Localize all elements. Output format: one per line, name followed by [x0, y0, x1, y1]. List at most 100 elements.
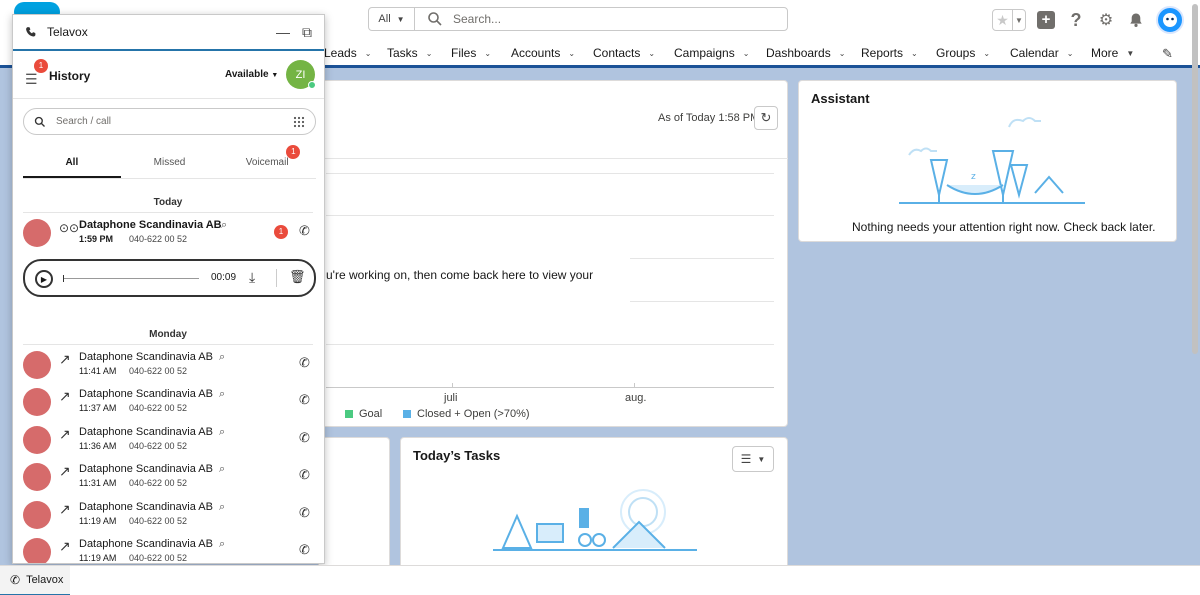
call-back-phone-icon[interactable]: ✆	[299, 392, 310, 408]
chevron-down-icon[interactable]: ⌄	[839, 49, 846, 58]
call-row[interactable]: ⊙⊙ Dataphone Scandinavia AB ⌕ 1:59 PM 04…	[23, 217, 316, 253]
lookup-icon[interactable]: ⌕	[219, 501, 225, 514]
call-back-phone-icon[interactable]: ✆	[299, 542, 310, 558]
nav-item-label: Campaigns	[674, 46, 735, 60]
tab-all[interactable]: All	[23, 147, 121, 178]
page-scrollbar[interactable]	[1190, 0, 1200, 356]
header-actions: ★ ▼ + ? ⚙	[992, 6, 1184, 34]
chevron-down-icon[interactable]: ⌄	[568, 49, 575, 58]
chevron-down-icon[interactable]: ⌄	[911, 49, 918, 58]
menu-icon[interactable]: ☰	[25, 71, 38, 88]
status-dropdown[interactable]: Available ▼	[225, 69, 278, 80]
legend-label: Closed + Open (>70%)	[417, 408, 530, 420]
scrollbar-thumb[interactable]	[1192, 4, 1198, 354]
call-row[interactable]: ↗ Dataphone Scandinavia AB ⌕ 11:19 AM 04…	[23, 499, 316, 535]
chart-gridline	[326, 173, 774, 174]
minimize-icon[interactable]: —	[276, 24, 290, 40]
nav-item-accounts[interactable]: Accounts ⌄	[511, 46, 575, 60]
global-create-button[interactable]: +	[1036, 10, 1056, 30]
call-row[interactable]: ↗ Dataphone Scandinavia AB ⌕ 11:41 AM 04…	[23, 349, 316, 385]
call-row[interactable]: ↗ Dataphone Scandinavia AB ⌕ 11:37 AM 04…	[23, 386, 316, 422]
nav-item-groups[interactable]: Groups ⌄	[936, 46, 990, 60]
trash-icon[interactable]: 🗑	[289, 269, 306, 285]
menu-notification-badge: 1	[34, 59, 48, 73]
legend-item-goal: Goal	[345, 408, 382, 420]
user-avatar[interactable]: ZI	[286, 60, 316, 89]
call-row[interactable]: ↗ Dataphone Scandinavia AB ⌕ 11:19 AM 04…	[23, 536, 316, 563]
download-icon[interactable]: ⤓	[249, 269, 255, 286]
nav-item-campaigns[interactable]: Campaigns ⌄	[674, 46, 749, 60]
nav-item-reports[interactable]: Reports ⌄	[861, 46, 918, 60]
phone-icon: ✆	[10, 573, 21, 587]
gear-icon[interactable]: ⚙	[1096, 10, 1116, 30]
call-back-phone-icon[interactable]: ✆	[299, 223, 310, 239]
search-call-input[interactable]: Search / call	[23, 108, 316, 135]
tab-missed[interactable]: Missed	[121, 147, 219, 178]
chart-empty-message: u're working on, then come back here to …	[326, 268, 594, 282]
nav-item-label: Contacts	[593, 46, 641, 60]
chevron-down-icon[interactable]: ⌄	[743, 49, 750, 58]
chevron-down-icon[interactable]: ⌄	[426, 49, 433, 58]
help-icon[interactable]: ?	[1066, 10, 1086, 30]
call-time: 11:37 AM	[79, 403, 117, 413]
call-row[interactable]: ↗ Dataphone Scandinavia AB ⌕ 11:36 AM 04…	[23, 424, 316, 460]
call-back-phone-icon[interactable]: ✆	[299, 355, 310, 371]
lookup-icon[interactable]: ⌕	[221, 219, 227, 232]
chart-divider	[318, 158, 788, 159]
chevron-down-icon: ▼	[396, 14, 405, 24]
plus-icon: +	[1037, 11, 1055, 29]
caret-down-icon: ▼	[757, 454, 766, 464]
lookup-icon[interactable]: ⌕	[219, 538, 225, 551]
dialpad-icon[interactable]	[293, 116, 305, 128]
camping-illustration-icon: z	[899, 117, 1085, 204]
nav-item-more[interactable]: More ▼	[1091, 46, 1134, 60]
task-sort-button[interactable]: ☰ ▼	[732, 446, 774, 472]
call-time: 11:31 AM	[79, 478, 117, 488]
lookup-icon[interactable]: ⌕	[219, 351, 225, 364]
bell-icon[interactable]	[1126, 10, 1146, 30]
lookup-icon[interactable]: ⌕	[219, 388, 225, 401]
lookup-icon[interactable]: ⌕	[219, 426, 225, 439]
as-of-timestamp: As of Today 1:58 PM	[658, 112, 760, 124]
nav-item-contacts[interactable]: Contacts ⌄	[593, 46, 655, 60]
edit-nav-pencil-icon[interactable]: ✎	[1162, 46, 1173, 62]
chevron-down-icon[interactable]: ⌄	[648, 49, 655, 58]
chevron-down-icon[interactable]: ⌄	[983, 49, 990, 58]
caret-down-icon[interactable]: ▼	[1126, 49, 1134, 58]
chevron-down-icon[interactable]: ⌄	[484, 49, 491, 58]
play-icon[interactable]: ▶	[35, 270, 53, 288]
global-search[interactable]: All ▼ Search...	[368, 7, 788, 31]
playback-slider[interactable]	[63, 275, 199, 282]
user-avatar[interactable]	[1156, 6, 1184, 34]
legend-item-closed-open: Closed + Open (>70%)	[403, 408, 530, 420]
tab-voicemail[interactable]: Voicemail 1	[218, 145, 316, 178]
contact-avatar	[23, 501, 51, 529]
call-contact-name: Dataphone Scandinavia AB	[79, 501, 213, 513]
nav-item-tasks[interactable]: Tasks ⌄	[387, 46, 432, 60]
favorites-button[interactable]: ★ ▼	[992, 9, 1026, 31]
call-number: 040-622 00 52	[129, 478, 188, 488]
nav-item-dashboards[interactable]: Dashboards ⌄	[766, 46, 845, 60]
search-input[interactable]: Search...	[453, 12, 501, 26]
legend-label: Goal	[359, 408, 383, 420]
utility-item-telavox[interactable]: ✆ Telavox	[0, 566, 70, 595]
call-row[interactable]: ↗ Dataphone Scandinavia AB ⌕ 11:31 AM 04…	[23, 461, 316, 497]
popout-icon[interactable]: ⧉	[302, 24, 312, 41]
call-number: 040-622 00 52	[129, 516, 188, 526]
call-back-phone-icon[interactable]: ✆	[299, 430, 310, 446]
call-time-value: 1:59 PM	[79, 234, 114, 244]
search-scope-select[interactable]: All ▼	[369, 8, 415, 30]
chart-x-axis	[326, 387, 774, 388]
nav-item-calendar[interactable]: Calendar ⌄	[1010, 46, 1073, 60]
call-back-phone-icon[interactable]: ✆	[299, 505, 310, 521]
call-back-phone-icon[interactable]: ✆	[299, 467, 310, 483]
x-tick-mark	[452, 383, 453, 388]
star-icon: ★	[993, 10, 1013, 30]
nav-item-label: Reports	[861, 46, 904, 60]
chevron-down-icon[interactable]: ⌄	[365, 49, 372, 58]
nav-item-leads[interactable]: Leads ⌄	[324, 46, 371, 60]
chevron-down-icon[interactable]: ⌄	[1067, 49, 1074, 58]
nav-item-files[interactable]: Files ⌄	[451, 46, 491, 60]
lookup-icon[interactable]: ⌕	[219, 463, 225, 476]
refresh-button[interactable]: ↻	[754, 106, 778, 130]
